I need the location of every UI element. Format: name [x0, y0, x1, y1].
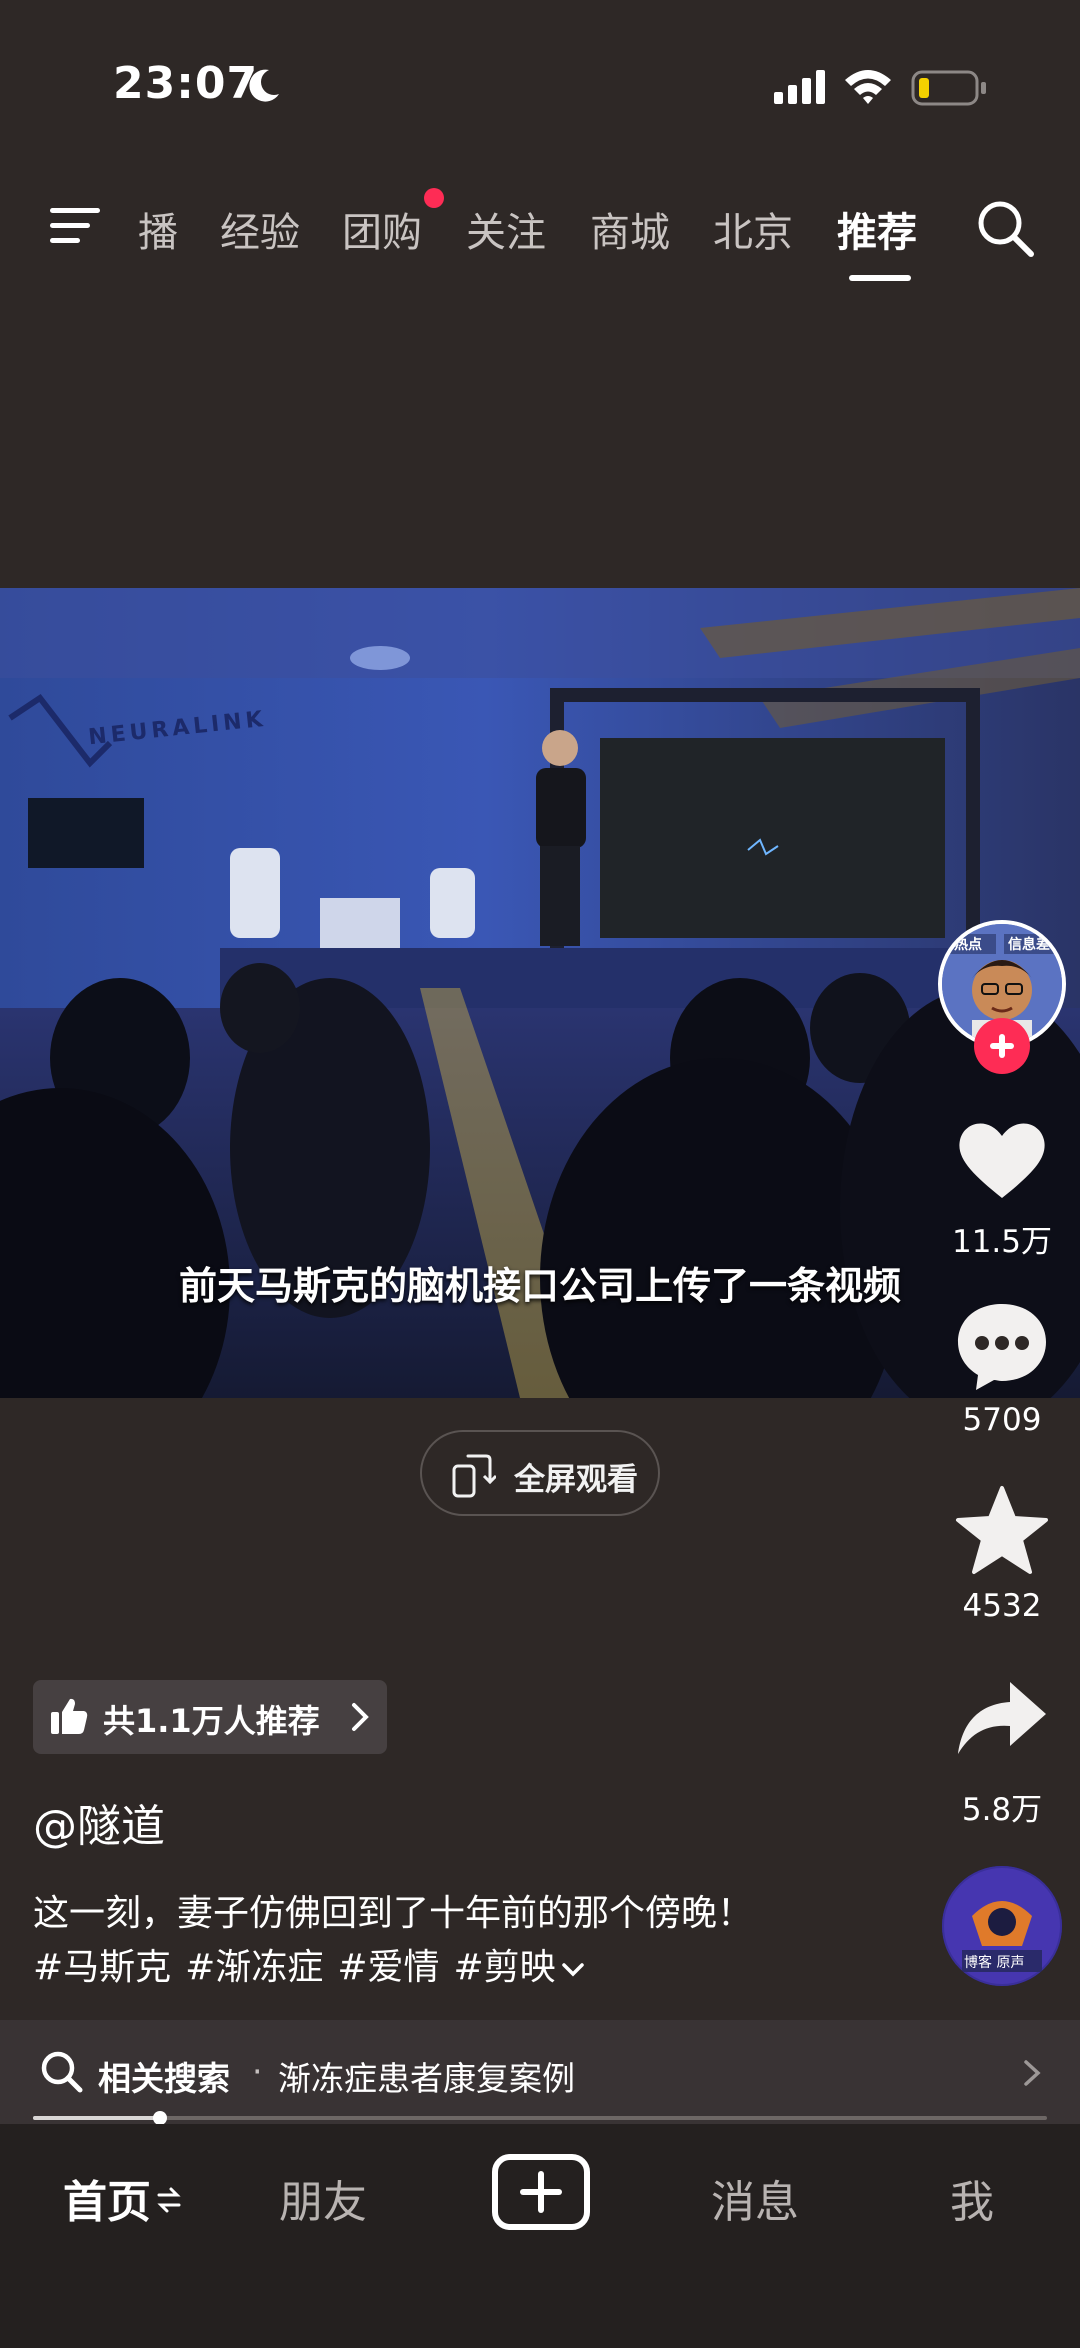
active-tab-indicator — [849, 275, 911, 281]
thumbs-up-icon — [51, 1698, 88, 1734]
author-name[interactable]: @隧道 — [33, 1790, 165, 1854]
share-count: 5.8万 — [961, 1792, 1043, 1828]
tab-me[interactable]: 我 — [950, 2166, 994, 2230]
comment-count: 5709 — [962, 1402, 1042, 1438]
fullscreen-button[interactable]: 全屏观看 — [420, 1430, 660, 1516]
top-nav: 播 经验 团购 关注 商城 北京 推荐 — [0, 180, 1080, 290]
favorite-count: 4532 — [962, 1588, 1042, 1624]
comment-icon[interactable] — [952, 1296, 1052, 1396]
caption-text: 这一刻，妻子仿佛回到了十年前的那个傍晚！ — [33, 1893, 754, 1934]
disc-label: 博客 原声 — [964, 1955, 1025, 1971]
chevron-right-icon — [352, 1703, 369, 1731]
fullscreen-label: 全屏观看 — [514, 1462, 638, 1498]
avatar-tag-right: 信息差 — [1008, 937, 1050, 953]
plus-icon — [520, 2171, 562, 2213]
follow-button[interactable] — [974, 1018, 1030, 1074]
search-icon — [41, 2051, 83, 2093]
menu-icon[interactable] — [46, 202, 102, 250]
related-search-separator: · — [252, 2052, 263, 2091]
create-button[interactable] — [492, 2154, 590, 2230]
tab-friends[interactable]: 朋友 — [279, 2166, 367, 2230]
tab-messages[interactable]: 消息 — [711, 2166, 799, 2230]
hashtag-row: #马斯克 #渐冻症 #爱情 #剪映 — [33, 1938, 586, 1990]
star-icon[interactable] — [952, 1482, 1052, 1582]
wifi-icon — [845, 70, 891, 104]
tab-live[interactable]: 播 — [138, 200, 178, 258]
tab-experience[interactable]: 经验 — [220, 200, 300, 258]
tab-mall[interactable]: 商城 — [590, 200, 670, 258]
notification-dot — [424, 188, 444, 208]
recommend-label: 共1.1万人推荐 — [103, 1702, 320, 1740]
heart-icon[interactable] — [952, 1110, 1052, 1210]
rotate-screen-icon — [452, 1454, 496, 1498]
progress-fill — [33, 2116, 160, 2120]
moon-icon — [249, 69, 279, 102]
cellular-signal-icon — [774, 70, 825, 104]
tab-recommend[interactable]: 推荐 — [837, 200, 917, 258]
tab-beijing[interactable]: 北京 — [713, 200, 793, 258]
status-bar: 23:07 — [0, 0, 1080, 150]
battery-icon — [911, 70, 986, 106]
recommend-pill[interactable]: 共1.1万人推荐 — [33, 1680, 387, 1754]
status-time: 23:07 — [113, 58, 259, 109]
search-icon[interactable] — [975, 198, 1035, 258]
progress-knob[interactable] — [152, 2111, 167, 2125]
bottom-tab-bar: 首页 朋友 消息 我 — [0, 2124, 1080, 2348]
plus-icon — [990, 1034, 1014, 1058]
hashtag-als[interactable]: #渐冻症 — [185, 1947, 323, 1988]
music-disc[interactable]: 博客 原声 — [942, 1866, 1062, 1986]
related-search-query: 渐冻症患者康复案例 — [278, 2059, 575, 2098]
hashtag-capcut[interactable]: #剪映 — [454, 1947, 556, 1988]
hashtag-love[interactable]: #爱情 — [337, 1947, 439, 1988]
share-icon[interactable] — [952, 1668, 1052, 1768]
chevron-down-icon[interactable] — [560, 1956, 586, 1982]
video-subtitle: 前天马斯克的脑机接口公司上传了一条视频 — [178, 1264, 901, 1308]
tab-group-buy[interactable]: 团购 — [342, 200, 422, 258]
video-progress-bar[interactable] — [33, 2111, 1047, 2125]
tab-following[interactable]: 关注 — [466, 200, 546, 258]
avatar-tag-left: 热点 — [954, 937, 982, 953]
like-count: 11.5万 — [951, 1224, 1053, 1260]
swap-icon[interactable] — [156, 2184, 182, 2216]
chevron-right-icon — [1024, 2060, 1041, 2086]
tab-home[interactable]: 首页 — [63, 2166, 151, 2230]
hashtag-musk[interactable]: #马斯克 — [33, 1947, 171, 1988]
related-search-prefix: 相关搜索 — [98, 2059, 230, 2098]
